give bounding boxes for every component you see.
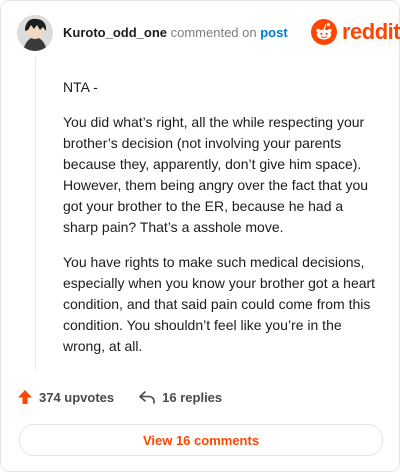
reddit-alien-icon <box>311 19 337 45</box>
upvote-arrow-icon <box>18 390 32 404</box>
upvote-count: 374 upvotes <box>39 389 115 405</box>
comment-paragraph-1: NTA - <box>63 79 98 95</box>
view-comments-button[interactable]: View 16 comments <box>19 424 383 456</box>
comment-card: Kuroto_odd_one commented on post reddit … <box>0 0 400 472</box>
thread-line <box>35 57 36 369</box>
comment-paragraph-2: You did what’s right, all the while resp… <box>63 114 369 235</box>
reddit-logo[interactable]: reddit <box>311 19 400 45</box>
avatar-image <box>17 15 53 51</box>
reply-arrow-icon <box>139 391 155 404</box>
comment-body: NTA - You did what’s right, all the whil… <box>63 77 381 371</box>
comment-footer: 374 upvotes 16 replies <box>17 389 222 405</box>
reply-count: 16 replies <box>162 389 223 405</box>
upvote-button[interactable]: 374 upvotes <box>17 389 114 405</box>
post-link[interactable]: post <box>260 25 287 40</box>
avatar[interactable] <box>17 15 53 51</box>
username[interactable]: Kuroto_odd_one <box>63 25 167 40</box>
comment-header: Kuroto_odd_one commented on post <box>63 25 288 40</box>
commented-on-text: commented on <box>167 25 261 40</box>
reddit-wordmark: reddit <box>342 19 400 44</box>
comment-paragraph-3: You have rights to make such medical dec… <box>63 254 376 354</box>
replies-button[interactable]: 16 replies <box>138 389 222 405</box>
